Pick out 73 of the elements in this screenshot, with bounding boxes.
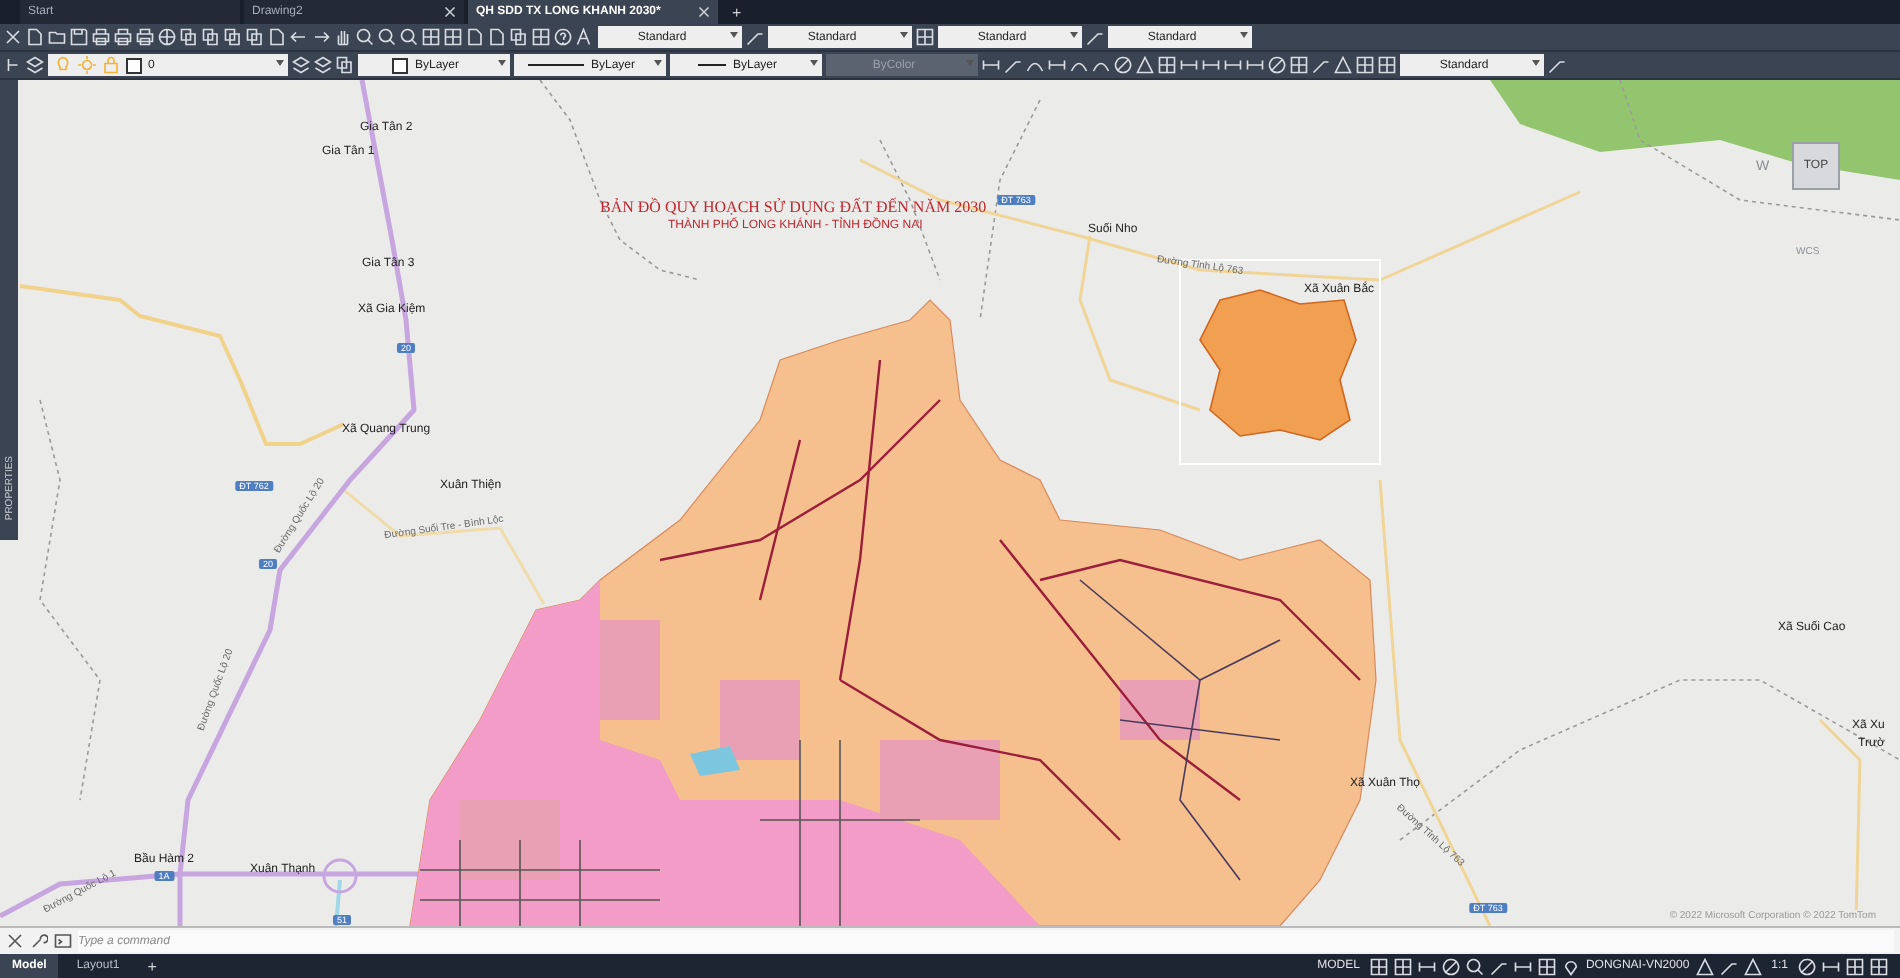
zoom-icon[interactable]: [400, 28, 418, 46]
layers-icon[interactable]: [314, 56, 332, 74]
grid-icon[interactable]: [1378, 56, 1396, 74]
bulb-icon: [54, 56, 72, 74]
copy-icon[interactable]: [202, 28, 220, 46]
grid-icon[interactable]: [1158, 56, 1176, 74]
copy-icon[interactable]: [510, 28, 528, 46]
caret-icon: [1240, 32, 1248, 38]
pan-hand-icon[interactable]: [334, 28, 352, 46]
caret-icon: [810, 60, 818, 66]
grid-icon[interactable]: [1393, 957, 1412, 975]
redo-icon[interactable]: [312, 28, 330, 46]
help-icon[interactable]: [554, 28, 572, 46]
grid-icon[interactable]: [1356, 56, 1374, 74]
print-icon[interactable]: [114, 28, 132, 46]
zoom-icon[interactable]: [356, 28, 374, 46]
leader-icon[interactable]: [1004, 56, 1022, 74]
grid-icon[interactable]: [1846, 957, 1864, 975]
layers-icon[interactable]: [26, 56, 44, 74]
caret-icon: [900, 32, 908, 38]
table-icon[interactable]: [916, 28, 934, 46]
sun-icon: [78, 56, 96, 74]
text-style-icon[interactable]: [576, 28, 594, 46]
leader-icon[interactable]: [1719, 957, 1738, 975]
grid-icon[interactable]: [532, 28, 550, 46]
triangle-icon[interactable]: [1136, 56, 1154, 74]
grid-icon[interactable]: [444, 28, 462, 46]
line-sample: [528, 64, 585, 66]
document-icon[interactable]: [268, 28, 286, 46]
grid-icon[interactable]: [422, 28, 440, 46]
globe-icon[interactable]: [158, 28, 176, 46]
grid-icon[interactable]: [1290, 56, 1308, 74]
grid-icon[interactable]: [1870, 957, 1888, 975]
save-icon[interactable]: [70, 28, 88, 46]
leader-icon[interactable]: [1548, 56, 1566, 74]
location-pin-icon: [1561, 957, 1580, 975]
document-icon[interactable]: [26, 28, 44, 46]
lock-icon: [102, 56, 120, 74]
caret-icon: [654, 60, 662, 66]
close-icon[interactable]: [6, 932, 24, 950]
leader-icon[interactable]: [1489, 957, 1508, 975]
zoom-icon[interactable]: [378, 28, 396, 46]
layers-icon[interactable]: [292, 56, 310, 74]
color-swatch: [392, 57, 409, 73]
caret-icon: [1532, 60, 1540, 66]
leader-icon[interactable]: [1086, 28, 1104, 46]
print-icon[interactable]: [136, 28, 154, 46]
color-swatch: [126, 57, 142, 73]
undo-icon[interactable]: [290, 28, 308, 46]
caret-icon: [276, 60, 284, 66]
leader-icon[interactable]: [1312, 56, 1330, 74]
toolbar-grip-icon[interactable]: [4, 56, 22, 74]
wrench-icon[interactable]: [30, 932, 48, 950]
new-layout-button[interactable]: +: [137, 957, 167, 975]
caret-icon: [1070, 32, 1078, 38]
prompt-icon[interactable]: [54, 932, 72, 950]
zoom-icon[interactable]: [1465, 957, 1484, 975]
triangle-icon[interactable]: [1743, 957, 1762, 975]
copy-icon[interactable]: [246, 28, 264, 46]
copy-icon[interactable]: [180, 28, 198, 46]
map-title: BẢN ĐỒ QUY HOẠCH SỬ DỤNG ĐẤT ĐẾN NĂM 2030: [600, 198, 987, 216]
triangle-icon[interactable]: [1695, 957, 1714, 975]
grid-icon[interactable]: [1537, 957, 1556, 975]
grid-icon[interactable]: [1369, 957, 1388, 975]
print-icon[interactable]: [92, 28, 110, 46]
caret-icon: [498, 60, 506, 66]
copy-icon[interactable]: [224, 28, 242, 46]
caret-icon: [730, 32, 738, 38]
triangle-icon[interactable]: [1334, 56, 1352, 74]
line-sample: [698, 64, 727, 66]
folder-icon[interactable]: [48, 28, 66, 46]
new-tab-button[interactable]: +: [722, 0, 752, 24]
copy-icon[interactable]: [336, 56, 354, 74]
